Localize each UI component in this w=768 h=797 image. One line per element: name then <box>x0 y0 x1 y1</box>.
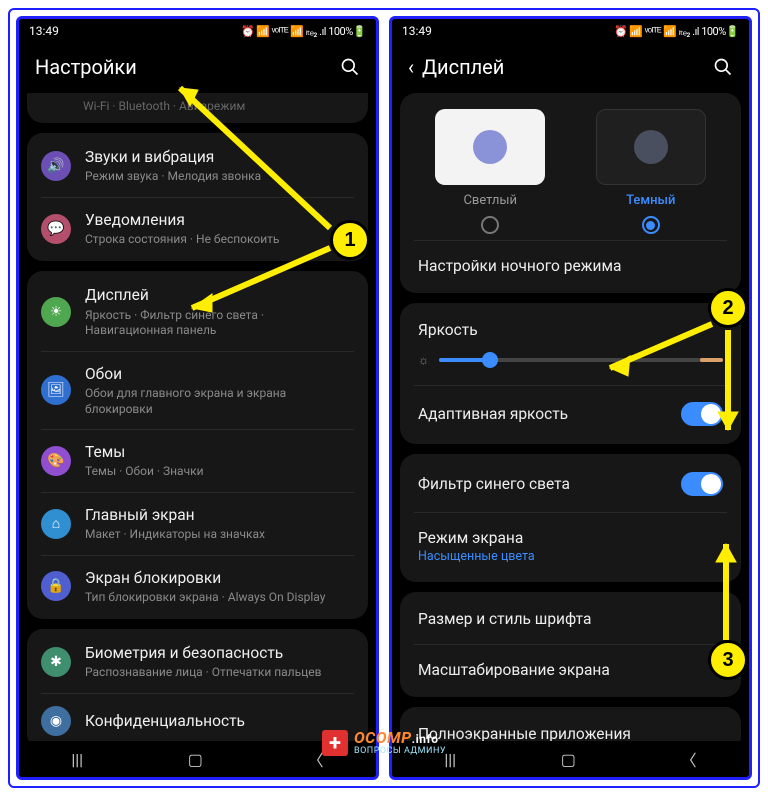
list-item-connections-cut[interactable]: Wi-Fi · Bluetooth · Авиарежим <box>27 93 368 123</box>
nav-recents-icon[interactable]: ||| <box>71 750 83 769</box>
shield-icon: ✱ <box>41 647 71 677</box>
themes-icon: 🎨 <box>41 446 71 476</box>
row-sub: Строка состояния · Не беспокоить <box>85 232 354 248</box>
row-sub: Тип блокировки экрана · Always On Displa… <box>85 590 354 606</box>
toggle-blue-filter[interactable] <box>681 472 723 496</box>
status-bar: 13:49 ⏰ 📶 ᵛᵒᴵᵀᴱ 📶 ₗₜₑ₂ .ıl 100%🔋 <box>19 19 376 43</box>
brightness-label: Яркость <box>400 305 741 343</box>
section-fullscreen: Полноэкранные приложения <box>400 707 741 741</box>
status-bar: 13:49 ⏰ 📶 ᵛᵒᴵᵀᴱ 📶 ₗₜₑ₂ .ıl 100%🔋 <box>392 19 749 43</box>
section-font: Размер и стиль шрифта Масштабирование эк… <box>400 592 741 697</box>
section-brightness: Яркость ☼ Адаптивная яркость <box>400 303 741 444</box>
list-item-biometrics[interactable]: ✱ Биометрия и безопасность Распознавание… <box>27 631 368 693</box>
theme-label: Светлый <box>435 193 545 208</box>
list-item-font[interactable]: Размер и стиль шрифта <box>400 594 741 644</box>
page-title: Дисплей <box>422 55 504 79</box>
row-title: Обои <box>85 364 354 384</box>
row-sub: Яркость · Фильтр синего света · Навигаци… <box>85 308 354 339</box>
status-time: 13:49 <box>29 24 59 38</box>
toggle-adaptive[interactable] <box>681 402 723 426</box>
row-sub: Распознавание лица · Отпечатки пальцев <box>85 665 354 681</box>
row-title: Экран блокировки <box>85 568 354 588</box>
row-title: Звуки и вибрация <box>85 147 354 167</box>
row-title: Уведомления <box>85 210 354 230</box>
row-title: Конфиденциальность <box>85 711 354 731</box>
home-icon: ⌂ <box>41 509 71 539</box>
row-title: Режим экрана <box>418 529 723 547</box>
sun-icon: ☼ <box>418 353 429 367</box>
lock-icon: 🔒 <box>41 571 71 601</box>
row-title: Темы <box>85 442 354 462</box>
list-item-sounds[interactable]: 🔊 Звуки и вибрация Режим звука · Мелодия… <box>27 135 368 197</box>
list-item-adaptive-brightness[interactable]: Адаптивная яркость <box>414 385 727 442</box>
settings-list[interactable]: Wi-Fi · Bluetooth · Авиарежим 🔊 Звуки и … <box>19 93 376 741</box>
phone-left-settings: 13:49 ⏰ 📶 ᵛᵒᴵᵀᴱ 📶 ₗₜₑ₂ .ıl 100%🔋 Настрой… <box>16 16 379 780</box>
theme-option-light[interactable]: Светлый <box>435 109 545 234</box>
display-settings-list[interactable]: Светлый Темный Настройки ночного режима … <box>392 93 749 741</box>
composite-frame: 13:49 ⏰ 📶 ᵛᵒᴵᵀᴱ 📶 ₗₜₑ₂ .ıl 100%🔋 Настрой… <box>8 8 760 788</box>
section-theme: Светлый Темный Настройки ночного режима <box>400 93 741 293</box>
notification-icon: 💬 <box>41 214 71 244</box>
page-title: Настройки <box>35 55 137 79</box>
list-item-privacy[interactable]: ◉ Конфиденциальность <box>41 693 354 741</box>
search-icon[interactable] <box>713 57 733 77</box>
row-title: Фильтр синего света <box>418 475 570 493</box>
speaker-icon: 🔊 <box>41 151 71 181</box>
watermark-main: OCOMP.info <box>354 730 446 746</box>
nav-home-icon[interactable]: ▢ <box>561 750 576 769</box>
row-title: Биометрия и безопасность <box>85 643 354 663</box>
radio-dark[interactable] <box>642 216 660 234</box>
row-sub: Режим звука · Мелодия звонка <box>85 169 354 185</box>
display-header: ‹ Дисплей <box>392 43 749 93</box>
back-icon[interactable]: ‹ <box>408 55 414 79</box>
brightness-slider[interactable] <box>439 358 723 362</box>
list-item-screen-mode[interactable]: Режим экрана Насыщенные цвета <box>414 512 727 580</box>
wallpaper-icon: 🖼 <box>41 375 71 405</box>
nav-home-icon[interactable]: ▢ <box>188 750 203 769</box>
list-item-night-mode[interactable]: Настройки ночного режима <box>414 240 727 291</box>
row-sub: Макет · Индикаторы на значках <box>85 527 354 543</box>
nav-back-icon[interactable]: 〈 <box>681 747 697 771</box>
row-title: Дисплей <box>85 285 354 305</box>
settings-header: Настройки <box>19 43 376 93</box>
list-item-blue-filter[interactable]: Фильтр синего света <box>400 456 741 512</box>
dark-preview-icon <box>596 109 706 185</box>
theme-label: Темный <box>596 193 706 208</box>
nav-recents-icon[interactable]: ||| <box>444 750 456 769</box>
display-icon: ☀ <box>41 297 71 327</box>
light-preview-icon <box>435 109 545 185</box>
row-sub: Обои для главного экрана и экрана блокир… <box>85 386 354 417</box>
section-display-group: ☀ Дисплей Яркость · Фильтр синего света … <box>27 271 368 619</box>
phone-right-display: 13:49 ⏰ 📶 ᵛᵒᴵᵀᴱ 📶 ₗₜₑ₂ .ıl 100%🔋 ‹ Диспл… <box>389 16 752 780</box>
status-icons: ⏰ 📶 ᵛᵒᴵᵀᴱ 📶 ₗₜₑ₂ .ıl 100%🔋 <box>614 25 739 38</box>
plus-icon: + <box>322 730 348 756</box>
search-icon[interactable] <box>340 57 360 77</box>
privacy-icon: ◉ <box>41 706 71 736</box>
theme-option-dark[interactable]: Темный <box>596 109 706 234</box>
row-sub: Насыщенные цвета <box>418 549 723 564</box>
brightness-slider-row: ☼ <box>400 343 741 385</box>
list-item-notifications[interactable]: 💬 Уведомления Строка состояния · Не бесп… <box>41 197 354 260</box>
list-item-display[interactable]: ☀ Дисплей Яркость · Фильтр синего света … <box>27 273 368 350</box>
section-color: Фильтр синего света Режим экрана Насыщен… <box>400 454 741 582</box>
watermark-sub: ВОПРОСЫ АДМИНУ <box>354 747 446 756</box>
row-title: Адаптивная яркость <box>418 405 568 423</box>
list-item-homescreen[interactable]: ⌂ Главный экран Макет · Индикаторы на зн… <box>41 492 354 555</box>
row-sub: Темы · Обои · Значки <box>85 464 354 480</box>
watermark: + OCOMP.info ВОПРОСЫ АДМИНУ <box>322 730 446 756</box>
list-item-themes[interactable]: 🎨 Темы Темы · Обои · Значки <box>41 429 354 492</box>
row-title: Главный экран <box>85 505 354 525</box>
list-item-wallpaper[interactable]: 🖼 Обои Обои для главного экрана и экрана… <box>41 351 354 429</box>
list-item-zoom[interactable]: Масштабирование экрана <box>414 644 727 695</box>
list-item-fullscreen-apps[interactable]: Полноэкранные приложения <box>400 709 741 741</box>
list-item-lockscreen[interactable]: 🔒 Экран блокировки Тип блокировки экрана… <box>41 555 354 618</box>
radio-light[interactable] <box>481 216 499 234</box>
section-security: ✱ Биометрия и безопасность Распознавание… <box>27 629 368 741</box>
status-time: 13:49 <box>402 24 432 38</box>
status-icons: ⏰ 📶 ᵛᵒᴵᵀᴱ 📶 ₗₜₑ₂ .ıl 100%🔋 <box>241 25 366 38</box>
section-sound-notif: 🔊 Звуки и вибрация Режим звука · Мелодия… <box>27 133 368 261</box>
